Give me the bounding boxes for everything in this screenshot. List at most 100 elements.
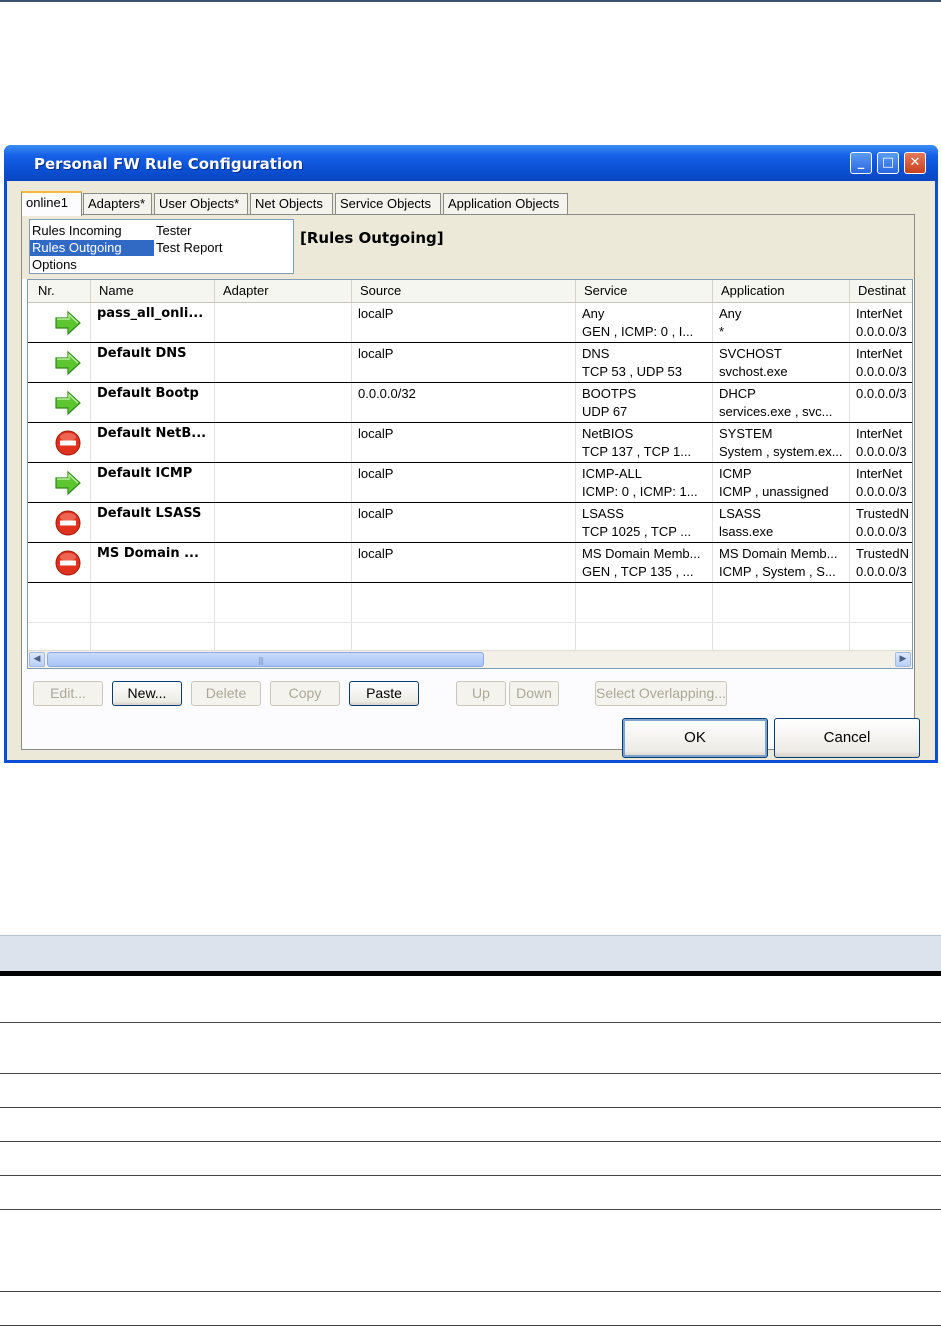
cell-text: localP bbox=[358, 426, 394, 441]
cell-application: MS Domain Memb... ICMP , System , S... bbox=[713, 543, 850, 582]
cell-adapter bbox=[215, 503, 352, 542]
new-button[interactable]: New... bbox=[112, 681, 182, 706]
mode-test-report[interactable]: Test Report bbox=[154, 240, 224, 256]
rule-row[interactable]: Default Bootp 0.0.0.0/32 BOOTPS UDP 67 DHCP s… bbox=[28, 383, 912, 423]
cell-application bbox=[713, 583, 850, 622]
cell-line: UDP 67 bbox=[582, 404, 628, 419]
cell-name: Default LSASS bbox=[91, 503, 215, 542]
mode-tester[interactable]: Tester bbox=[154, 223, 193, 239]
cell-destination bbox=[850, 583, 912, 622]
cell-line: LSASS bbox=[719, 506, 761, 521]
cell-line: 0.0.0.0/3 bbox=[856, 444, 907, 459]
scroll-left-button[interactable]: ◀ bbox=[29, 652, 45, 667]
select-overlapping-button[interactable]: Select Overlapping... bbox=[595, 681, 727, 706]
up-button[interactable]: Up bbox=[456, 681, 506, 706]
cell-text: Default LSASS bbox=[97, 506, 202, 521]
cell-text: 0.0.0.0/32 bbox=[358, 386, 416, 401]
cell-line: 0.0.0.0/3 bbox=[856, 484, 907, 499]
cell-text: Default NetB... bbox=[97, 426, 207, 441]
cell-text: localP bbox=[358, 466, 394, 481]
edit-button[interactable]: Edit... bbox=[33, 681, 103, 706]
scroll-thumb[interactable]: ||| bbox=[47, 652, 484, 667]
document-table-row-line bbox=[0, 1107, 941, 1108]
tab-adapters[interactable]: Adapters* bbox=[83, 193, 152, 215]
close-button[interactable]: ✕ bbox=[904, 152, 926, 174]
cell-source bbox=[352, 583, 576, 622]
tab-application-objects[interactable]: Application Objects bbox=[443, 193, 568, 215]
document-table-row-line bbox=[0, 1022, 941, 1023]
rule-row[interactable]: MS Domain ... localP MS Domain Memb... GEN … bbox=[28, 543, 912, 583]
delete-button[interactable]: Delete bbox=[191, 681, 261, 706]
cell-line: svchost.exe bbox=[719, 364, 788, 379]
cell-application: DHCP services.exe , svc... bbox=[713, 383, 850, 422]
rule-row[interactable]: Default LSASS localP LSASS TCP 1025 , TCP .… bbox=[28, 503, 912, 543]
rule-row[interactable]: Default DNS localP DNS TCP 53 , UDP 53 SVCHO… bbox=[28, 343, 912, 383]
cell-source: localP bbox=[352, 343, 576, 382]
cell-source: 0.0.0.0/32 bbox=[352, 383, 576, 422]
block-icon bbox=[54, 430, 82, 456]
window-titlebar[interactable]: Personal FW Rule Configuration _ □ ✕ bbox=[4, 145, 938, 181]
col-source[interactable]: Source bbox=[352, 280, 576, 302]
mode-rules-outgoing[interactable]: Rules Outgoing bbox=[30, 240, 154, 256]
tab-service-objects[interactable]: Service Objects bbox=[335, 193, 441, 215]
down-button[interactable]: Down bbox=[509, 681, 559, 706]
rule-row[interactable]: pass_all_onli... localP Any GEN , ICMP: 0 ,… bbox=[28, 303, 912, 343]
cell-text: localP bbox=[358, 306, 394, 321]
cell-application: SYSTEM System , system.ex... bbox=[713, 423, 850, 462]
col-application[interactable]: Application bbox=[713, 280, 850, 302]
col-service[interactable]: Service bbox=[576, 280, 713, 302]
cell-service: DNS TCP 53 , UDP 53 bbox=[576, 343, 713, 382]
scroll-right-button[interactable]: ▶ bbox=[895, 652, 911, 667]
allow-arrow-icon bbox=[54, 310, 82, 336]
rule-row[interactable]: Default ICMP localP ICMP-ALL ICMP: 0 , ICMP… bbox=[28, 463, 912, 503]
document-table-header bbox=[0, 935, 941, 972]
cell-application: Any * bbox=[713, 303, 850, 342]
cell-text: Default Bootp bbox=[97, 386, 199, 401]
cell-line: System , system.ex... bbox=[719, 444, 843, 459]
col-name[interactable]: Name bbox=[91, 280, 215, 302]
section-title: [Rules Outgoing] bbox=[300, 229, 444, 247]
cell-adapter bbox=[215, 383, 352, 422]
rule-row[interactable]: Default NetB... localP NetBIOS TCP 137 , TC… bbox=[28, 423, 912, 463]
cell-line: InterNet bbox=[856, 426, 903, 441]
allow-arrow-icon bbox=[54, 390, 82, 416]
cell-line: ICMP , unassigned bbox=[719, 484, 829, 499]
rules-grid[interactable]: Nr. Name Adapter Source Service Applicat… bbox=[27, 279, 913, 669]
allow-arrow-icon bbox=[54, 470, 82, 496]
cell-nr bbox=[28, 463, 91, 502]
minimize-button[interactable]: _ bbox=[850, 152, 872, 174]
tab-online1[interactable]: online1 bbox=[21, 191, 82, 216]
document-table-row-line bbox=[0, 1073, 941, 1074]
cell-line: InterNet bbox=[856, 466, 903, 481]
mode-options[interactable]: Options bbox=[30, 257, 79, 273]
col-destination[interactable]: Destinat bbox=[850, 280, 912, 302]
empty-row[interactable] bbox=[28, 583, 912, 623]
ok-button[interactable]: OK bbox=[622, 718, 768, 758]
cell-line: BOOTPS bbox=[582, 386, 637, 401]
maximize-button[interactable]: □ bbox=[877, 152, 899, 174]
cell-line: 0.0.0.0/3 bbox=[856, 364, 907, 379]
col-adapter[interactable]: Adapter bbox=[215, 280, 352, 302]
cell-line: 0.0.0.0/3 bbox=[856, 524, 907, 539]
cell-name: Default NetB... bbox=[91, 423, 215, 462]
tab-user-objects[interactable]: User Objects* bbox=[154, 193, 248, 215]
cell-adapter bbox=[215, 583, 352, 622]
allow-arrow-icon bbox=[54, 350, 82, 376]
cell-destination: InterNet 0.0.0.0/3 bbox=[850, 463, 912, 502]
cancel-button[interactable]: Cancel bbox=[774, 718, 920, 758]
rule-config-window: Personal FW Rule Configuration _ □ ✕ onl… bbox=[4, 145, 938, 763]
col-nr[interactable]: Nr. bbox=[28, 280, 91, 302]
cell-line: ICMP: 0 , ICMP: 1... bbox=[582, 484, 698, 499]
cell-service: Any GEN , ICMP: 0 , I... bbox=[576, 303, 713, 342]
cell-text: localP bbox=[358, 346, 394, 361]
cell-name: Default ICMP bbox=[91, 463, 215, 502]
horizontal-scrollbar[interactable]: ◀ ||| ▶ bbox=[28, 650, 912, 668]
cell-line: MS Domain Memb... bbox=[719, 546, 838, 561]
mode-rules-incoming[interactable]: Rules Incoming bbox=[30, 223, 124, 239]
cell-line: DHCP bbox=[719, 386, 756, 401]
paste-button[interactable]: Paste bbox=[349, 681, 419, 706]
tab-net-objects[interactable]: Net Objects bbox=[250, 193, 333, 215]
cell-nr bbox=[28, 343, 91, 382]
copy-button[interactable]: Copy bbox=[270, 681, 340, 706]
cell-name bbox=[91, 583, 215, 622]
